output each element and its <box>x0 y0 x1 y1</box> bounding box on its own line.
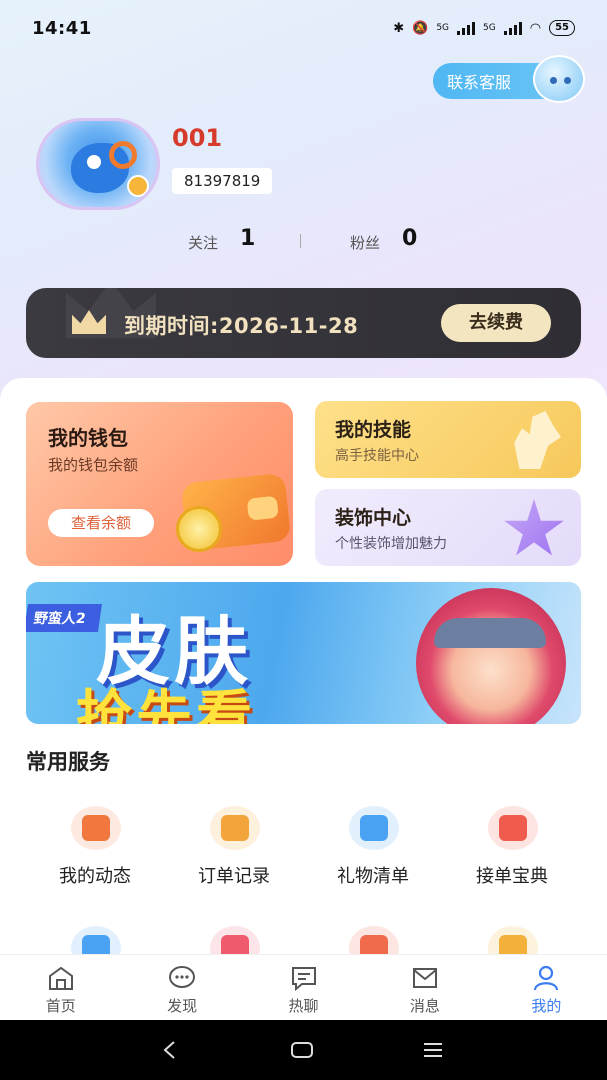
banner-character-image <box>416 588 566 724</box>
banner-subheadline: 抢先看 <box>76 685 256 724</box>
megaphone-icon <box>71 806 121 850</box>
coin-icon <box>176 506 222 552</box>
order-record-icon <box>210 806 260 850</box>
bottom-navigation: 首页 发现 热聊 消息 我的 <box>0 954 607 1020</box>
nav-item-hot-chat[interactable]: 热聊 <box>243 955 364 1020</box>
home-icon <box>48 966 73 990</box>
nav-label: 我的 <box>531 997 562 1015</box>
nav-label: 消息 <box>409 997 440 1015</box>
status-time: 14:41 <box>32 17 92 39</box>
banner-tag: 野蛮人2 <box>26 604 102 632</box>
nav-label: 热聊 <box>288 997 319 1015</box>
discover-icon <box>169 966 196 988</box>
promo-banner[interactable]: 野蛮人2 皮肤 抢先看 <box>26 582 581 724</box>
menu-icon[interactable] <box>422 1040 444 1060</box>
hot-chat-icon <box>291 967 316 991</box>
service-label: 订单记录 <box>198 866 270 887</box>
edit-avatar-icon[interactable] <box>127 175 149 197</box>
avatar[interactable] <box>36 118 160 210</box>
skill-subtitle: 高手技能中心 <box>335 448 419 464</box>
following-count[interactable]: 1 <box>240 226 255 251</box>
nav-item-messages[interactable]: 消息 <box>364 955 485 1020</box>
battery-indicator: 55 <box>549 20 575 36</box>
nav-label: 首页 <box>45 997 76 1015</box>
wifi-icon: ◠ <box>529 20 542 36</box>
customer-service-label: 联系客服 <box>447 73 512 92</box>
headphone-icon <box>109 141 137 169</box>
follow-stats: 关注 1 粉丝 0 <box>0 224 607 258</box>
services-section-title: 常用服务 <box>26 750 110 774</box>
decoration-subtitle: 个性装饰增加魅力 <box>335 536 447 552</box>
service-item[interactable]: 礼物清单 <box>304 790 442 890</box>
nav-item-discover[interactable]: 发现 <box>121 955 242 1020</box>
service-item[interactable]: 我的动态 <box>26 790 164 890</box>
wallet-card[interactable]: 我的钱包 我的钱包余额 查看余额 <box>26 402 293 566</box>
fist-icon <box>514 411 561 469</box>
service-label: 我的动态 <box>59 866 131 887</box>
back-icon[interactable] <box>160 1040 180 1060</box>
followers-count[interactable]: 0 <box>402 226 417 251</box>
vip-membership-bar: 到期时间:2026-11-28 去续费 <box>26 288 581 358</box>
profile-icon <box>534 965 559 991</box>
system-navigation-bar <box>0 1020 607 1080</box>
signal-2-icon <box>503 21 522 35</box>
signal-1-icon <box>457 21 476 35</box>
wallet-title: 我的钱包 <box>48 426 128 450</box>
decoration-card[interactable]: 装饰中心 个性装饰增加魅力 <box>315 489 581 566</box>
wallet-subtitle: 我的钱包余额 <box>48 456 139 474</box>
service-label: 接单宝典 <box>476 866 548 887</box>
signal-2-label: 5G <box>483 23 496 33</box>
stats-divider <box>300 234 301 248</box>
following-label[interactable]: 关注 <box>188 232 218 253</box>
status-bar: 14:41 ✱ 🔕 5G 5G ◠ 55 <box>0 0 607 56</box>
star-icon <box>504 499 564 556</box>
user-id-badge: 81397819 <box>172 168 273 194</box>
view-balance-button[interactable]: 查看余额 <box>48 509 154 537</box>
mute-icon: 🔕 <box>412 20 429 36</box>
service-item[interactable]: 接单宝典 <box>443 790 581 890</box>
renew-button[interactable]: 去续费 <box>441 304 551 342</box>
nav-label: 发现 <box>167 997 198 1015</box>
message-icon <box>412 968 437 988</box>
gift-icon <box>349 806 399 850</box>
robot-avatar-icon <box>533 55 585 103</box>
service-label: 礼物清单 <box>337 866 409 887</box>
vip-expiry-text: 到期时间:2026-11-28 <box>124 314 359 338</box>
avatar-fish-eye <box>87 155 101 169</box>
service-item[interactable]: 订单记录 <box>165 790 303 890</box>
status-icons: ✱ 🔕 5G 5G ◠ 55 <box>393 20 575 36</box>
username: 001 <box>172 124 223 152</box>
home-button-icon[interactable] <box>290 1040 314 1060</box>
nav-item-home[interactable]: 首页 <box>0 955 121 1020</box>
skill-title: 我的技能 <box>335 419 412 441</box>
customer-service-button[interactable]: 联系客服 <box>433 55 585 103</box>
nav-item-profile[interactable]: 我的 <box>486 955 607 1020</box>
decoration-title: 装饰中心 <box>335 507 412 529</box>
signal-1-label: 5G <box>436 23 450 33</box>
skill-card[interactable]: 我的技能 高手技能中心 <box>315 401 581 478</box>
bluetooth-icon: ✱ <box>393 20 405 36</box>
followers-label[interactable]: 粉丝 <box>350 232 380 253</box>
chat-book-icon <box>488 806 538 850</box>
